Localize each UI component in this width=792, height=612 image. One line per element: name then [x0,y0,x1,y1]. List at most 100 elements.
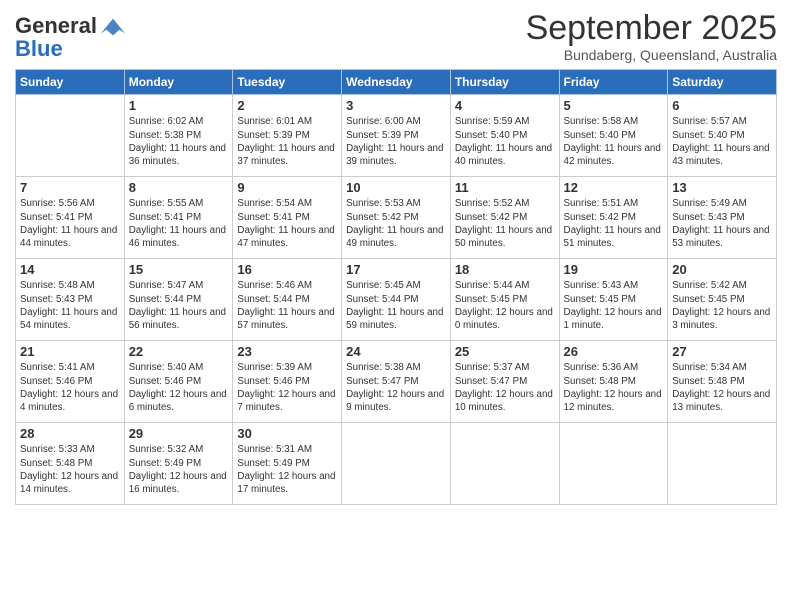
logo-icon [99,16,127,38]
day-cell-10: 10 Sunrise: 5:53 AMSunset: 5:42 PMDaylig… [342,177,451,259]
day-number: 2 [237,98,337,113]
day-cell-29: 29 Sunrise: 5:32 AMSunset: 5:49 PMDaylig… [124,423,233,505]
weekday-header-row: Sunday Monday Tuesday Wednesday Thursday… [16,70,777,95]
day-number: 29 [129,426,229,441]
day-cell-23: 23 Sunrise: 5:39 AMSunset: 5:46 PMDaylig… [233,341,342,423]
day-info: Sunrise: 5:55 AMSunset: 5:41 PMDaylight:… [129,197,229,250]
day-cell-26: 26 Sunrise: 5:36 AMSunset: 5:48 PMDaylig… [559,341,668,423]
day-info: Sunrise: 5:57 AMSunset: 5:40 PMDaylight:… [672,115,772,168]
header-thursday: Thursday [450,70,559,95]
logo-text-general: General [15,15,97,37]
header-tuesday: Tuesday [233,70,342,95]
day-info: Sunrise: 5:38 AMSunset: 5:47 PMDaylight:… [346,361,446,414]
day-info: Sunrise: 5:34 AMSunset: 5:48 PMDaylight:… [672,361,772,414]
day-cell-19: 19 Sunrise: 5:43 AMSunset: 5:45 PMDaylig… [559,259,668,341]
day-info: Sunrise: 5:56 AMSunset: 5:41 PMDaylight:… [20,197,120,250]
day-info: Sunrise: 5:45 AMSunset: 5:44 PMDaylight:… [346,279,446,332]
day-cell-13: 13 Sunrise: 5:49 AMSunset: 5:43 PMDaylig… [668,177,777,259]
day-number: 19 [564,262,664,277]
day-cell-7: 7 Sunrise: 5:56 AMSunset: 5:41 PMDayligh… [16,177,125,259]
day-cell-2: 2 Sunrise: 6:01 AMSunset: 5:39 PMDayligh… [233,95,342,177]
day-number: 8 [129,180,229,195]
day-cell-30: 30 Sunrise: 5:31 AMSunset: 5:49 PMDaylig… [233,423,342,505]
day-info: Sunrise: 5:39 AMSunset: 5:46 PMDaylight:… [237,361,337,414]
day-cell-21: 21 Sunrise: 5:41 AMSunset: 5:46 PMDaylig… [16,341,125,423]
day-number: 11 [455,180,555,195]
calendar-table: Sunday Monday Tuesday Wednesday Thursday… [15,69,777,505]
day-info: Sunrise: 5:36 AMSunset: 5:48 PMDaylight:… [564,361,664,414]
day-info: Sunrise: 5:43 AMSunset: 5:45 PMDaylight:… [564,279,664,332]
day-cell-15: 15 Sunrise: 5:47 AMSunset: 5:44 PMDaylig… [124,259,233,341]
day-info: Sunrise: 5:33 AMSunset: 5:48 PMDaylight:… [20,443,120,496]
week-row-1: 1 Sunrise: 6:02 AMSunset: 5:38 PMDayligh… [16,95,777,177]
day-info: Sunrise: 5:58 AMSunset: 5:40 PMDaylight:… [564,115,664,168]
day-info: Sunrise: 5:31 AMSunset: 5:49 PMDaylight:… [237,443,337,496]
day-cell-8: 8 Sunrise: 5:55 AMSunset: 5:41 PMDayligh… [124,177,233,259]
header-friday: Friday [559,70,668,95]
day-number: 13 [672,180,772,195]
day-info: Sunrise: 5:54 AMSunset: 5:41 PMDaylight:… [237,197,337,250]
day-cell-3: 3 Sunrise: 6:00 AMSunset: 5:39 PMDayligh… [342,95,451,177]
day-number: 1 [129,98,229,113]
day-cell-25: 25 Sunrise: 5:37 AMSunset: 5:47 PMDaylig… [450,341,559,423]
header-monday: Monday [124,70,233,95]
day-cell-16: 16 Sunrise: 5:46 AMSunset: 5:44 PMDaylig… [233,259,342,341]
day-cell-empty [342,423,451,505]
day-cell-4: 4 Sunrise: 5:59 AMSunset: 5:40 PMDayligh… [450,95,559,177]
day-cell-12: 12 Sunrise: 5:51 AMSunset: 5:42 PMDaylig… [559,177,668,259]
day-info: Sunrise: 5:41 AMSunset: 5:46 PMDaylight:… [20,361,120,414]
day-cell-empty [450,423,559,505]
day-cell-20: 20 Sunrise: 5:42 AMSunset: 5:45 PMDaylig… [668,259,777,341]
header-wednesday: Wednesday [342,70,451,95]
day-number: 28 [20,426,120,441]
day-cell-24: 24 Sunrise: 5:38 AMSunset: 5:47 PMDaylig… [342,341,451,423]
day-number: 17 [346,262,446,277]
day-number: 26 [564,344,664,359]
day-info: Sunrise: 5:48 AMSunset: 5:43 PMDaylight:… [20,279,120,332]
day-cell-11: 11 Sunrise: 5:52 AMSunset: 5:42 PMDaylig… [450,177,559,259]
day-info: Sunrise: 5:52 AMSunset: 5:42 PMDaylight:… [455,197,555,250]
day-info: Sunrise: 5:59 AMSunset: 5:40 PMDaylight:… [455,115,555,168]
day-info: Sunrise: 5:46 AMSunset: 5:44 PMDaylight:… [237,279,337,332]
day-number: 3 [346,98,446,113]
day-number: 22 [129,344,229,359]
day-number: 16 [237,262,337,277]
day-number: 10 [346,180,446,195]
day-cell-17: 17 Sunrise: 5:45 AMSunset: 5:44 PMDaylig… [342,259,451,341]
day-cell-6: 6 Sunrise: 5:57 AMSunset: 5:40 PMDayligh… [668,95,777,177]
header-saturday: Saturday [668,70,777,95]
day-info: Sunrise: 5:40 AMSunset: 5:46 PMDaylight:… [129,361,229,414]
day-info: Sunrise: 5:49 AMSunset: 5:43 PMDaylight:… [672,197,772,250]
month-title: September 2025 [526,10,777,47]
day-info: Sunrise: 5:51 AMSunset: 5:42 PMDaylight:… [564,197,664,250]
day-cell-1: 1 Sunrise: 6:02 AMSunset: 5:38 PMDayligh… [124,95,233,177]
day-number: 24 [346,344,446,359]
day-number: 23 [237,344,337,359]
day-info: Sunrise: 5:37 AMSunset: 5:47 PMDaylight:… [455,361,555,414]
title-area: September 2025 Bundaberg, Queensland, Au… [526,10,777,63]
day-number: 5 [564,98,664,113]
day-number: 12 [564,180,664,195]
day-number: 20 [672,262,772,277]
day-number: 9 [237,180,337,195]
day-info: Sunrise: 5:47 AMSunset: 5:44 PMDaylight:… [129,279,229,332]
day-cell-18: 18 Sunrise: 5:44 AMSunset: 5:45 PMDaylig… [450,259,559,341]
day-number: 14 [20,262,120,277]
day-cell-14: 14 Sunrise: 5:48 AMSunset: 5:43 PMDaylig… [16,259,125,341]
day-cell-27: 27 Sunrise: 5:34 AMSunset: 5:48 PMDaylig… [668,341,777,423]
day-cell-5: 5 Sunrise: 5:58 AMSunset: 5:40 PMDayligh… [559,95,668,177]
logo: General Blue [15,14,127,61]
day-cell-empty [559,423,668,505]
day-info: Sunrise: 6:02 AMSunset: 5:38 PMDaylight:… [129,115,229,168]
day-info: Sunrise: 5:44 AMSunset: 5:45 PMDaylight:… [455,279,555,332]
day-info: Sunrise: 5:53 AMSunset: 5:42 PMDaylight:… [346,197,446,250]
day-cell-empty [668,423,777,505]
week-row-4: 21 Sunrise: 5:41 AMSunset: 5:46 PMDaylig… [16,341,777,423]
day-info: Sunrise: 5:42 AMSunset: 5:45 PMDaylight:… [672,279,772,332]
day-number: 7 [20,180,120,195]
day-number: 4 [455,98,555,113]
day-number: 15 [129,262,229,277]
day-cell-empty [16,95,125,177]
day-number: 21 [20,344,120,359]
day-cell-28: 28 Sunrise: 5:33 AMSunset: 5:48 PMDaylig… [16,423,125,505]
